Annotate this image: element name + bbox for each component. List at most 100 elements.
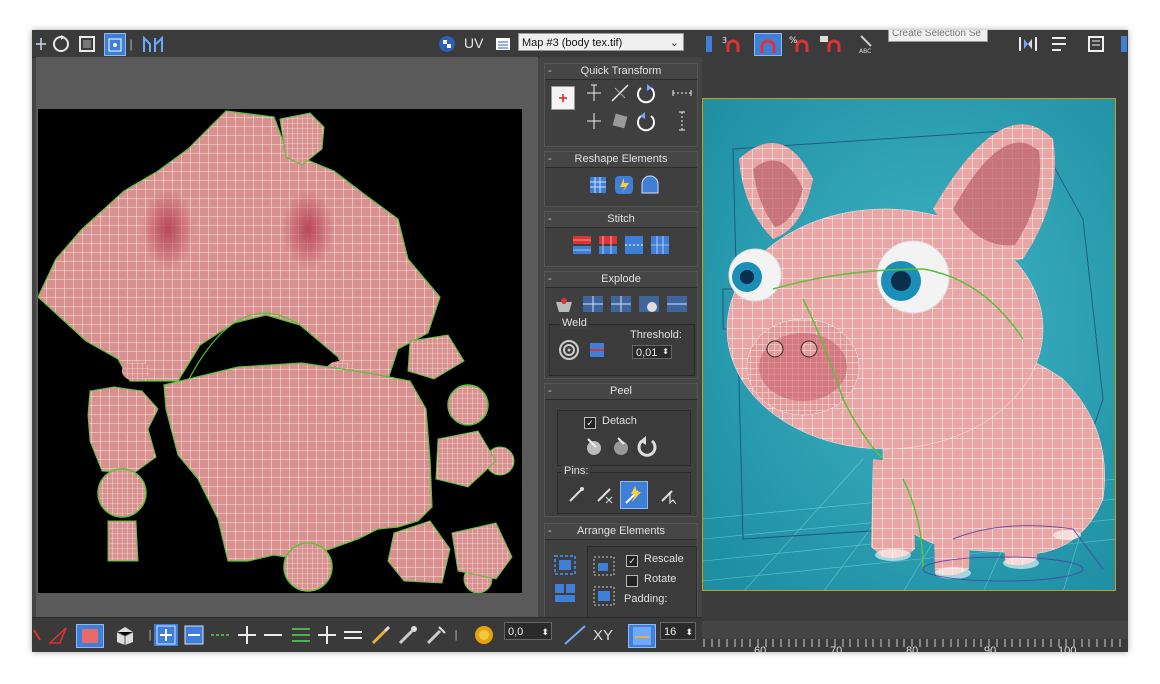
lscm-icon[interactable] xyxy=(610,435,632,457)
scale-icon[interactable] xyxy=(76,33,98,54)
loop-icon[interactable] xyxy=(290,624,312,646)
uv-body-shell[interactable] xyxy=(163,362,433,562)
pivot-icon[interactable] xyxy=(551,86,575,110)
grow-ring-icon[interactable] xyxy=(236,624,258,646)
rotate-icon[interactable] xyxy=(50,33,72,54)
space-vertical-icon[interactable] xyxy=(671,110,693,132)
threshold-spinner[interactable]: 0,01 ⬍ xyxy=(632,345,672,359)
weld-selected-icon[interactable] xyxy=(586,339,608,361)
soft-select-falloff[interactable]: 0,0 ⬍ xyxy=(504,622,552,640)
stitch-to-target-icon[interactable] xyxy=(571,234,593,256)
spinner-arrows-icon[interactable]: ⬍ xyxy=(685,623,693,641)
3d-viewport[interactable]: 60 70 80 90 100 xyxy=(702,57,1128,652)
snap-3-icon[interactable]: 3 xyxy=(722,33,742,54)
auto-pin-icon[interactable] xyxy=(620,481,648,509)
mirror-tool-icon[interactable] xyxy=(1016,33,1040,54)
straighten-selection-icon[interactable] xyxy=(587,174,609,196)
align-horizontal-icon[interactable] xyxy=(583,110,605,132)
align-icon[interactable] xyxy=(1048,33,1070,54)
peel-mode-icon[interactable] xyxy=(584,435,606,457)
soft-selection-icon[interactable] xyxy=(472,624,496,646)
paint-select-icon[interactable] xyxy=(46,624,70,646)
paint-brush-icon[interactable] xyxy=(370,624,392,646)
rotate-checkbox[interactable] xyxy=(626,575,638,587)
explode-by-element-icon[interactable] xyxy=(665,294,687,316)
straighten-icon[interactable] xyxy=(609,110,631,132)
stitch-header[interactable]: - Stitch xyxy=(545,212,697,228)
spinner-arrows-icon[interactable]: ⬍ xyxy=(541,623,549,641)
angle-snap-icon[interactable] xyxy=(754,33,782,56)
move-icon[interactable] xyxy=(34,33,48,54)
layer-manager-icon[interactable] xyxy=(1084,33,1108,54)
uv-leg-piece[interactable] xyxy=(87,386,159,474)
select-pins-icon[interactable] xyxy=(658,483,680,505)
xy-space-label[interactable]: XY xyxy=(593,627,613,644)
space-horizontal-icon[interactable] xyxy=(671,82,693,104)
quick-transform-header[interactable]: - Quick Transform xyxy=(545,64,697,80)
shrink-loop-icon[interactable] xyxy=(342,624,364,646)
peel-header[interactable]: - Peel xyxy=(545,384,697,400)
stitch-custom-icon[interactable] xyxy=(649,234,671,256)
rescale-checkbox[interactable]: ✓ xyxy=(626,555,638,567)
pinch-brush-icon[interactable] xyxy=(424,624,448,646)
reshape-elements-header[interactable]: - Reshape Elements xyxy=(545,152,697,168)
arrange-elements-header[interactable]: - Arrange Elements xyxy=(545,524,697,540)
perspective-view[interactable] xyxy=(702,98,1116,591)
align-diagonal-icon[interactable] xyxy=(609,82,631,104)
collapse-icon[interactable]: - xyxy=(548,212,552,227)
timeline-ruler[interactable]: 60 70 80 90 100 xyxy=(702,639,1128,652)
rotate-ccw-icon[interactable] xyxy=(635,110,657,132)
grow-selection-icon[interactable] xyxy=(154,624,178,646)
explode-by-smoothing-icon[interactable] xyxy=(581,294,603,316)
edge-distance-value[interactable]: 16 ⬍ xyxy=(660,622,696,640)
pack-normalize-icon[interactable] xyxy=(553,554,576,576)
list-icon[interactable] xyxy=(494,33,512,54)
freeform-icon[interactable] xyxy=(104,33,126,56)
relax-icon[interactable] xyxy=(613,174,635,196)
weld-target-icon[interactable] xyxy=(558,339,580,361)
collapse-icon[interactable]: - xyxy=(548,524,552,539)
unpin-icon[interactable] xyxy=(594,483,616,505)
collapse-icon[interactable]: - xyxy=(548,152,552,167)
mirror-icon[interactable] xyxy=(140,33,166,54)
explode-header[interactable]: - Explode xyxy=(545,272,697,288)
selection-lasso-icon[interactable] xyxy=(32,624,42,646)
falloff-line-icon[interactable] xyxy=(562,624,588,646)
align-vertical-icon[interactable] xyxy=(583,82,605,104)
checker-icon[interactable] xyxy=(436,33,458,54)
collapse-icon[interactable]: - xyxy=(548,64,552,79)
explode-by-material-icon[interactable] xyxy=(609,294,631,316)
reset-peel-icon[interactable] xyxy=(636,435,658,457)
collapse-icon[interactable]: - xyxy=(548,384,552,399)
flatten-by-polygon-icon[interactable] xyxy=(637,294,659,316)
break-icon[interactable] xyxy=(553,294,575,316)
edit-named-selection-icon[interactable]: ABC xyxy=(856,33,876,54)
uv-ear-piece[interactable] xyxy=(279,112,325,166)
grow-loop-icon[interactable] xyxy=(316,624,338,646)
stitch-to-source-icon[interactable] xyxy=(597,234,619,256)
arch-icon[interactable] xyxy=(639,174,661,196)
collapse-icon[interactable]: - xyxy=(548,272,552,287)
group-icon[interactable] xyxy=(592,585,615,607)
stitch-average-icon[interactable] xyxy=(623,234,645,256)
relax-brush-icon[interactable] xyxy=(396,624,420,646)
select-face-icon[interactable] xyxy=(76,624,104,648)
selection-set-dropdown[interactable] xyxy=(888,30,988,42)
pin-icon[interactable] xyxy=(566,483,588,505)
pack-together-icon[interactable] xyxy=(553,582,575,604)
select-element-icon[interactable] xyxy=(112,624,138,646)
ring-icon[interactable] xyxy=(210,624,232,646)
shrink-selection-icon[interactable] xyxy=(182,624,206,646)
edge-distance-icon[interactable] xyxy=(628,624,656,648)
rescale-icon[interactable] xyxy=(592,555,615,577)
rotate-cw-icon[interactable] xyxy=(635,82,657,104)
percent-snap-icon[interactable]: % xyxy=(788,33,812,54)
spinner-arrows-icon[interactable]: ⬍ xyxy=(662,345,669,359)
shrink-ring-icon[interactable] xyxy=(262,624,284,646)
map-select[interactable]: Map #3 (body tex.tif) ⌄ xyxy=(518,33,684,51)
detach-checkbox[interactable]: ✓ xyxy=(584,417,596,429)
uv-editor[interactable] xyxy=(36,57,538,621)
uv-head-shell[interactable] xyxy=(37,110,441,382)
uv-canvas[interactable] xyxy=(37,109,522,594)
spinner-snap-icon[interactable] xyxy=(818,33,842,54)
